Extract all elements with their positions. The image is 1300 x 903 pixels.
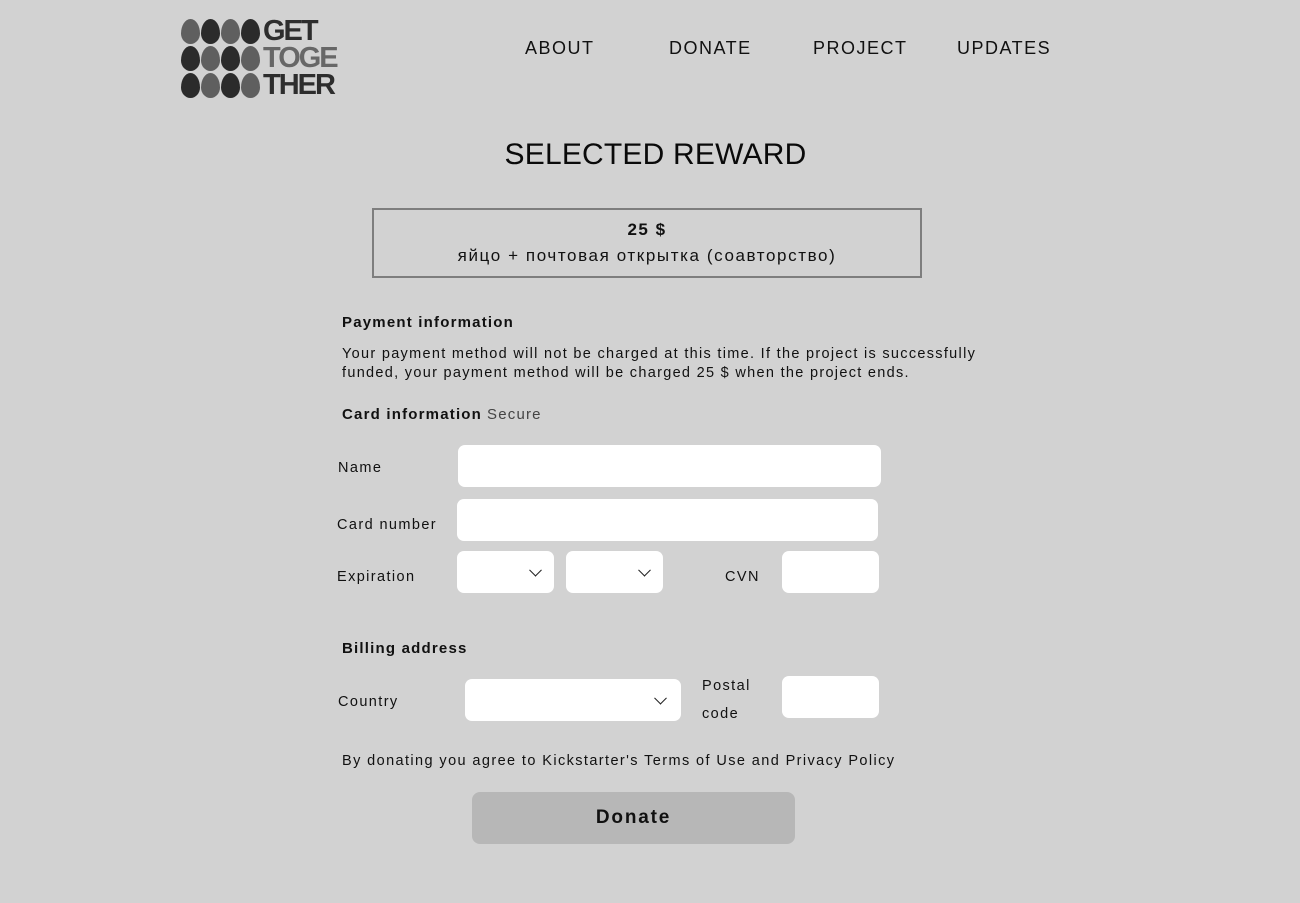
secure-label: Secure [487,406,542,423]
name-label: Name [338,460,383,476]
postal-code-label-line2: code [702,706,740,722]
country-select[interactable] [465,679,681,721]
expiration-year-select[interactable] [566,551,663,593]
card-number-label: Card number [337,517,438,533]
billing-address-heading: Billing address [342,640,468,657]
logo-wordmark: GET TOGE THER [263,15,339,101]
expiration-month-select[interactable] [457,551,554,593]
reward-description: яйцо + почтовая открытка (соавторство) [457,246,837,265]
logo-line-2: TOGE [263,42,339,74]
nav-donate[interactable]: DONATE [669,38,752,59]
payment-notice: Your payment method will not be charged … [342,346,977,381]
card-info-heading: Card information [342,406,483,423]
name-input[interactable] [458,445,881,487]
cvn-input[interactable] [782,551,879,593]
card-number-input[interactable] [457,499,878,541]
postal-code-label-line1: Postal [702,678,751,694]
nav-project[interactable]: PROJECT [813,38,908,59]
chevron-down-icon [529,563,542,577]
logo-line-1: GET [263,15,319,47]
postal-code-input[interactable] [782,676,879,718]
egg-grid-logo-icon [181,18,263,100]
expiration-label: Expiration [337,569,416,585]
terms-notice: By donating you agree to Kickstarter's T… [342,753,896,769]
chevron-down-icon [638,563,651,577]
payment-info-heading: Payment information [342,314,514,331]
donate-button[interactable]: Donate [472,792,795,844]
nav-updates[interactable]: UPDATES [957,38,1051,59]
nav-about[interactable]: ABOUT [525,38,595,59]
page-title: SELECTED REWARD [504,138,807,171]
reward-price: 25 $ [627,220,667,239]
cvn-label: CVN [725,569,760,585]
selected-reward-card: 25 $ яйцо + почтовая открытка (соавторст… [372,208,922,278]
site-logo[interactable]: GET TOGE THER [181,15,351,102]
country-label: Country [338,694,399,710]
chevron-down-icon [654,691,667,705]
logo-line-3: THER [263,69,336,101]
